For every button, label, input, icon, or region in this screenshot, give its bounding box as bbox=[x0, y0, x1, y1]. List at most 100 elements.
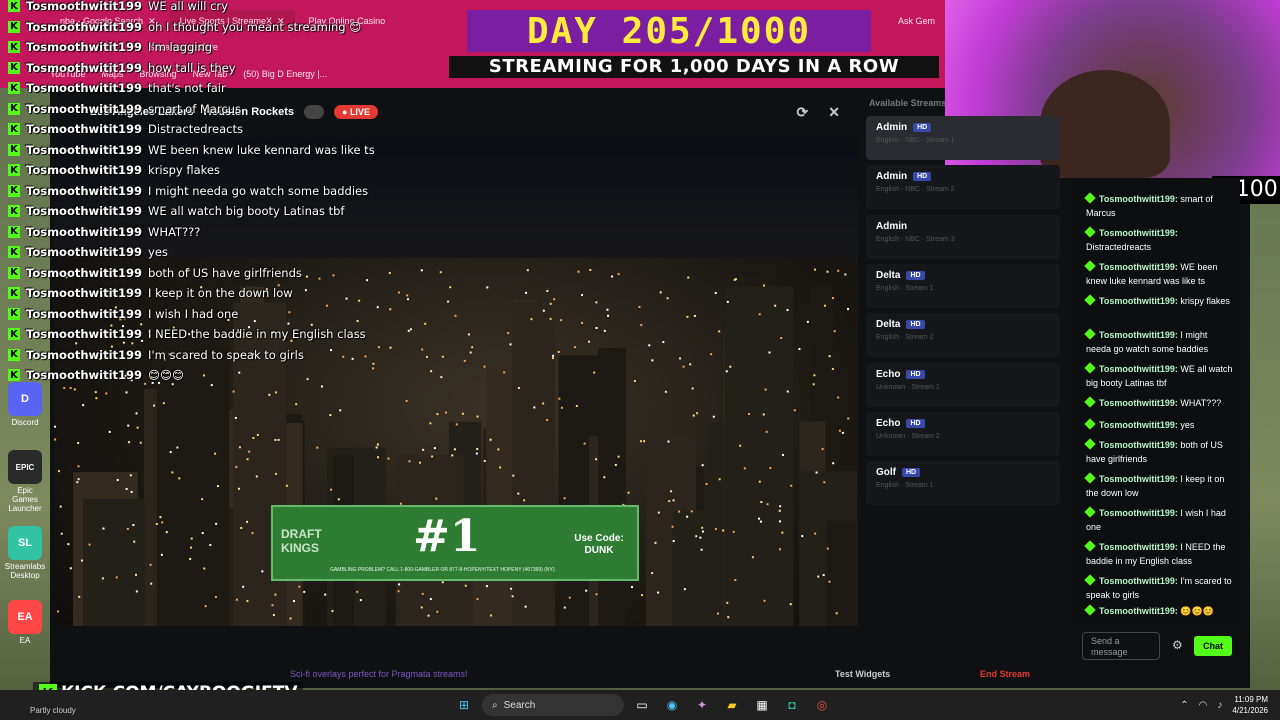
window-light bbox=[774, 304, 777, 307]
window-light bbox=[169, 451, 172, 454]
chat-message: Tosmoothwitit199: both of US have girlfr… bbox=[1084, 438, 1223, 464]
window-light bbox=[573, 346, 576, 349]
window-light bbox=[552, 354, 555, 357]
window-light bbox=[765, 430, 768, 433]
stream-option[interactable]: Echo HD Unknown · Stream 2 bbox=[866, 411, 1060, 456]
window-light bbox=[512, 474, 515, 477]
stream-option[interactable]: Admin HD English - NBC · Stream 1 bbox=[866, 116, 1060, 160]
overlay-promo-link[interactable]: Sci-fi overlays perfect for Pragmata str… bbox=[290, 669, 468, 679]
test-widgets-button[interactable]: Test Widgets bbox=[835, 669, 890, 679]
streamlabs-taskbar-icon[interactable]: ◘ bbox=[780, 693, 804, 717]
window-light bbox=[189, 557, 192, 560]
window-light bbox=[517, 387, 520, 390]
window-light bbox=[664, 390, 667, 393]
window-light bbox=[128, 441, 131, 444]
window-light bbox=[289, 617, 292, 620]
volume-icon[interactable]: ♪ bbox=[1217, 700, 1222, 711]
window-light bbox=[135, 412, 138, 415]
window-light bbox=[763, 599, 766, 602]
ea-desktop-icon[interactable]: EA EA bbox=[4, 600, 46, 645]
window-light bbox=[603, 476, 606, 479]
window-light bbox=[524, 605, 527, 608]
stream-option[interactable]: Delta HD English · Stream 2 bbox=[866, 313, 1060, 358]
hd-badge: HD bbox=[902, 468, 921, 478]
window-light bbox=[789, 603, 792, 606]
streamlabs-desktop-icon[interactable]: SL Streamlabs Desktop bbox=[4, 526, 46, 580]
window-light bbox=[823, 304, 826, 307]
taskbar-search[interactable]: ⌕ Search bbox=[482, 694, 624, 716]
kick-badge-icon: K bbox=[8, 205, 20, 217]
close-icon[interactable]: ✕ bbox=[828, 104, 840, 121]
draftkings-ad[interactable]: DRAFT KINGS #1 Use Code: DUNK GAMBLING P… bbox=[271, 505, 639, 581]
chat-message: Tosmoothwitit199: I keep it on the down … bbox=[1084, 472, 1225, 498]
window-light bbox=[739, 444, 742, 447]
window-light bbox=[838, 429, 841, 432]
window-light bbox=[678, 510, 681, 513]
window-light bbox=[835, 612, 838, 615]
window-light bbox=[641, 594, 644, 597]
chat-message-input[interactable]: Send a message bbox=[1082, 632, 1160, 660]
window-light bbox=[662, 341, 665, 344]
window-light bbox=[132, 524, 135, 527]
chat-send-button[interactable]: Chat bbox=[1194, 636, 1232, 656]
gear-icon[interactable]: ⚙ bbox=[1172, 638, 1183, 652]
store-icon[interactable]: ▦ bbox=[750, 693, 774, 717]
chat-message: Tosmoothwitit199: WE all watch big booty… bbox=[1084, 362, 1233, 388]
weather-widget[interactable]: Partly cloudy bbox=[30, 706, 76, 715]
window-light bbox=[324, 593, 327, 596]
stream-option[interactable]: Golf HD English · Stream 1 bbox=[866, 461, 1060, 506]
window-light bbox=[614, 463, 617, 466]
window-light bbox=[786, 390, 789, 393]
chevron-up-icon[interactable]: ⌃ bbox=[1180, 700, 1188, 711]
clock[interactable]: 11:09 PM 4/21/2026 bbox=[1232, 694, 1268, 716]
window-light bbox=[747, 412, 750, 415]
tab-ask[interactable]: Ask Gem bbox=[888, 10, 945, 32]
window-light bbox=[686, 515, 689, 518]
window-light bbox=[125, 487, 128, 490]
window-light bbox=[80, 559, 83, 562]
stream-option[interactable]: Echo HD Unknown · Stream 1 bbox=[866, 362, 1060, 407]
window-light bbox=[277, 438, 280, 441]
window-light bbox=[95, 397, 98, 400]
copilot-icon[interactable]: ✦ bbox=[690, 693, 714, 717]
start-button[interactable]: ⊞ bbox=[452, 693, 476, 717]
kick-badge-icon: K bbox=[8, 41, 20, 53]
task-view-icon[interactable]: ▭ bbox=[630, 693, 654, 717]
window-light bbox=[509, 343, 512, 346]
window-light bbox=[790, 484, 793, 487]
end-stream-button[interactable]: End Stream bbox=[980, 669, 1030, 679]
window-light bbox=[705, 482, 708, 485]
window-light bbox=[779, 520, 782, 523]
edge-icon[interactable]: ◉ bbox=[660, 693, 684, 717]
wifi-icon[interactable]: ◠ bbox=[1199, 700, 1208, 711]
window-light bbox=[831, 367, 834, 370]
chat-overlay: K Tosmoothwitit199 WE all will cry K Tosmoot… bbox=[4, 0, 444, 390]
window-light bbox=[583, 442, 586, 445]
window-light bbox=[690, 510, 693, 513]
window-light bbox=[485, 585, 488, 588]
chat-message: Tosmoothwitit199: smart of Marcus bbox=[1084, 192, 1213, 218]
window-light bbox=[214, 596, 217, 599]
hd-badge: HD bbox=[906, 418, 925, 428]
window-light bbox=[631, 585, 634, 588]
stream-option[interactable]: Delta HD English · Stream 1 bbox=[866, 263, 1060, 308]
stream-option[interactable]: Admin HD English - NBC · Stream 2 bbox=[866, 165, 1060, 210]
stream-option[interactable]: Admin English - NBC · Stream 3 bbox=[866, 214, 1060, 259]
window-light bbox=[155, 522, 158, 525]
window-light bbox=[108, 430, 111, 433]
taskbar: Partly cloudy ⊞ ⌕ Search ▭ ◉ ✦ ▰ ▦ ◘ ◎ ⌃ … bbox=[0, 690, 1280, 720]
window-light bbox=[136, 426, 139, 429]
badge-icon bbox=[1084, 192, 1096, 204]
window-light bbox=[204, 605, 207, 608]
epic-games-desktop-icon[interactable]: EPIC Epic Games Launcher bbox=[4, 450, 46, 513]
refresh-icon[interactable]: ⟳ bbox=[797, 104, 809, 121]
kick-badge-icon: K bbox=[8, 102, 20, 115]
window-light bbox=[841, 431, 844, 434]
window-light bbox=[467, 333, 470, 336]
chrome-icon[interactable]: ◎ bbox=[810, 693, 834, 717]
window-light bbox=[659, 291, 662, 294]
file-explorer-icon[interactable]: ▰ bbox=[720, 693, 744, 717]
window-light bbox=[331, 610, 334, 613]
chat-message: Tosmoothwitit199: I NEED the baddie in m… bbox=[1084, 540, 1226, 566]
hd-badge: HD bbox=[906, 369, 925, 379]
